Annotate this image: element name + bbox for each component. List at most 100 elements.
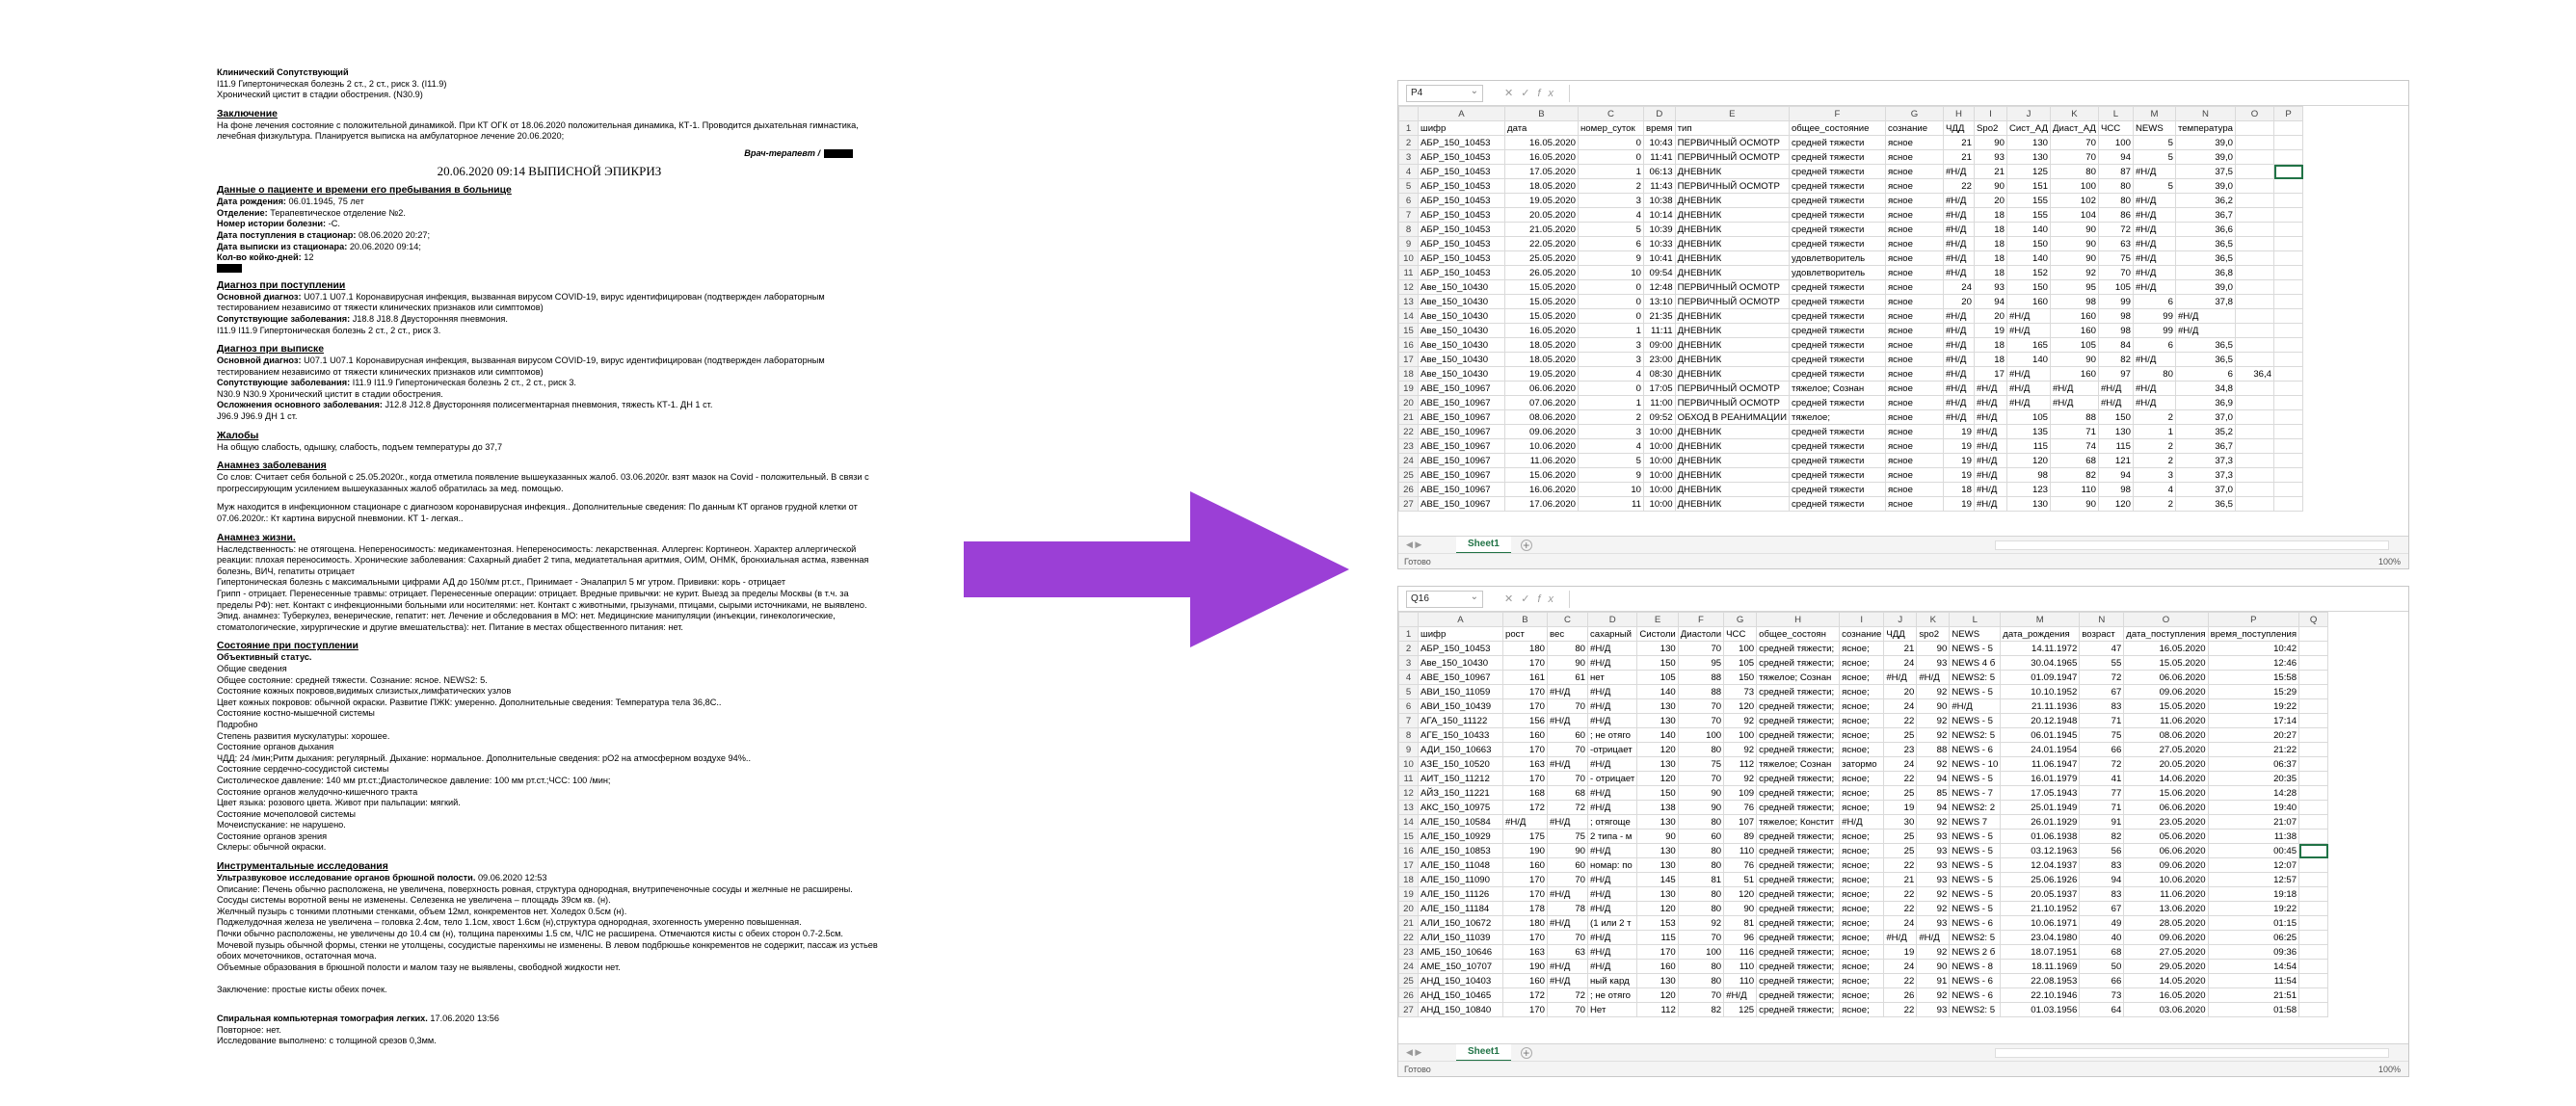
cell[interactable]: АЛЕ_150_10853 [1418,843,1503,858]
cell[interactable]: 102 [2050,193,2099,208]
cell[interactable]: средней тяжести [1788,193,1886,208]
cell[interactable]: 115 [1636,930,1679,945]
cell[interactable]: 0 [1578,294,1644,309]
cell[interactable]: 5 [2132,178,2176,194]
cell[interactable]: 11:11 [1643,323,1676,338]
cell[interactable]: ясное [1884,279,1944,295]
cell[interactable]: 93 [1916,655,1951,671]
cell[interactable]: 01:58 [2207,1002,2300,1017]
cell[interactable]: 92 [1916,684,1951,699]
cell[interactable]: 94 [2097,149,2134,165]
cell[interactable]: 163 [1502,756,1548,772]
cell[interactable]: NEWS2: 5 [1949,930,2002,945]
cell[interactable]: 92 [1916,727,1951,743]
cell[interactable]: 10.06.2020 [1504,438,1579,454]
cell[interactable]: 36,4 [2235,366,2275,382]
cell[interactable]: 90 [1636,829,1679,844]
cell[interactable]: ясное [1884,409,1944,425]
column-header[interactable]: F [1677,612,1725,627]
cell[interactable] [2298,655,2329,671]
horizontal-scrollbar[interactable] [1994,540,2389,550]
cell[interactable]: ясное [1884,222,1944,237]
cell[interactable] [2235,294,2275,309]
cell[interactable]: 10:14 [1643,207,1676,223]
column-header[interactable]: D [1643,106,1676,121]
add-sheet-icon[interactable]: + [1520,1046,1532,1059]
cell[interactable]: 37,3 [2174,453,2237,468]
cell[interactable]: 75 [2097,250,2134,266]
column-header[interactable]: L [1949,612,2002,627]
cell[interactable]: 120 [1636,742,1679,757]
cell[interactable]: ДНЕВНИК [1674,193,1790,208]
cell[interactable]: 120 [1636,901,1679,916]
cell[interactable]: сахарный [1586,626,1638,642]
cell[interactable]: 130 [1636,814,1679,830]
cell[interactable]: 83 [2079,698,2125,714]
cell[interactable]: 5 [1578,222,1644,237]
cell[interactable]: 140 [2005,222,2052,237]
cell[interactable]: 94 [2079,872,2125,887]
cell[interactable]: 51 [1723,872,1758,887]
cell[interactable]: 37,8 [2174,294,2237,309]
row-header[interactable]: 15 [1398,323,1419,338]
cell[interactable]: 74 [2050,438,2099,454]
cell[interactable] [2235,482,2275,497]
cell[interactable]: средней тяжести; [1756,713,1841,728]
cell[interactable]: 180 [1502,915,1548,931]
cell[interactable]: 16.05.2020 [1504,149,1579,165]
cell[interactable]: ясное [1884,323,1944,338]
cell[interactable]: ясное; [1839,959,1885,974]
cell[interactable]: 06:25 [2207,930,2300,945]
cell[interactable]: 93 [1916,843,1951,858]
cell[interactable]: 09:54 [1643,265,1676,280]
row-header[interactable]: 27 [1398,496,1419,512]
cell[interactable]: ДНЕВНИК [1674,482,1790,497]
cell[interactable]: нет [1586,670,1638,685]
cell[interactable]: 70 [1547,1002,1588,1017]
sheet-nav-arrows[interactable]: ◀ ▶ [1398,1047,1456,1058]
cell[interactable]: 64 [2079,1002,2125,1017]
cell[interactable]: #Н/Д [1942,250,1975,266]
cell[interactable]: 135 [2005,424,2052,439]
cell[interactable]: #Н/Д [2097,381,2134,396]
cell[interactable]: 10.10.1952 [2000,684,2081,699]
cell[interactable]: 15.05.2020 [2123,655,2209,671]
cell[interactable]: 130 [1636,857,1679,873]
cell[interactable] [2298,973,2329,988]
cell[interactable]: средней тяжести; [1756,944,1841,960]
cell[interactable]: 39,0 [2174,149,2237,165]
cell[interactable]: Диаст_АД [2050,120,2099,136]
cell[interactable]: #Н/Д [2132,395,2176,410]
row-header[interactable]: 17 [1398,352,1419,367]
cell[interactable]: 110 [1723,959,1758,974]
cell[interactable]: 01.06.1938 [2000,829,2081,844]
cell[interactable]: #Н/Д [1723,988,1758,1003]
cell[interactable]: средней тяжести [1788,207,1886,223]
cell[interactable]: spo2 [1916,626,1951,642]
cell[interactable]: 71 [2079,713,2125,728]
cell[interactable]: 160 [1502,857,1548,873]
cell[interactable]: NEWS - 5 [1949,872,2002,887]
cell[interactable]: ДНЕВНИК [1674,207,1790,223]
cell[interactable]: 2 [2132,409,2176,425]
cell[interactable]: #Н/Д [1973,409,2007,425]
cell[interactable]: 75 [1677,756,1725,772]
cell[interactable]: АБР_150_10453 [1418,178,1505,194]
cell[interactable]: 10:39 [1643,222,1676,237]
cell[interactable]: 06:13 [1643,164,1676,179]
cell[interactable]: 18.11.1969 [2000,959,2081,974]
cell[interactable]: 93 [1916,915,1951,931]
cell[interactable]: ясное; [1839,973,1885,988]
cell[interactable]: NEWS - 7 [1949,785,2002,801]
cell[interactable]: 39,0 [2174,178,2237,194]
cell[interactable]: 11.06.2020 [1504,453,1579,468]
row-header[interactable]: 9 [1398,742,1419,757]
cell[interactable]: #Н/Д [1586,901,1638,916]
cell[interactable]: 76 [1723,800,1758,815]
cell[interactable]: 01.09.1947 [2000,670,2081,685]
cell[interactable]: 17 [1973,366,2007,382]
cell[interactable]: 19 [1973,323,2007,338]
cell[interactable]: 92 [1916,944,1951,960]
row-header[interactable]: 19 [1398,381,1419,396]
cell[interactable]: #Н/Д [1942,207,1975,223]
